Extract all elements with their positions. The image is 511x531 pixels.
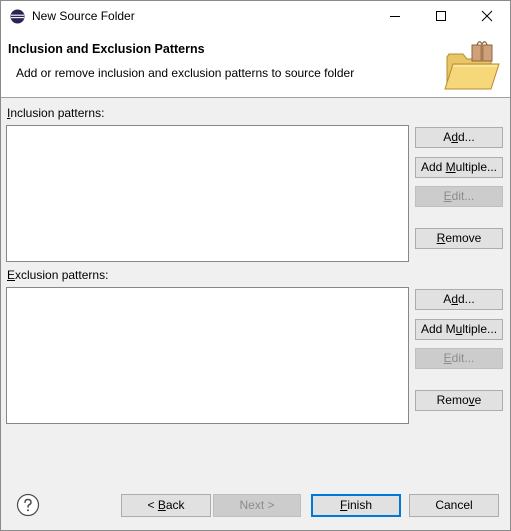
exclusion-remove-button[interactable]: Remove	[415, 390, 503, 411]
maximize-button[interactable]	[418, 1, 464, 31]
exclusion-patterns-label: Exclusion patterns:	[7, 268, 109, 282]
close-button[interactable]	[464, 1, 510, 31]
exclusion-add-button[interactable]: Add...	[415, 289, 503, 310]
title-bar: New Source Folder	[1, 1, 510, 31]
eclipse-icon	[10, 9, 25, 24]
page-title: Inclusion and Exclusion Patterns	[8, 42, 205, 56]
back-button[interactable]: < Back	[121, 494, 211, 517]
folder-package-icon	[444, 41, 500, 90]
window-title: New Source Folder	[32, 9, 135, 23]
maximize-icon	[436, 11, 446, 21]
exclusion-edit-button[interactable]: Edit...	[415, 348, 503, 369]
exclusion-add-multiple-button[interactable]: Add Multiple...	[415, 319, 503, 340]
minimize-icon	[390, 16, 400, 17]
minimize-button[interactable]	[372, 1, 418, 31]
finish-button[interactable]: Finish	[311, 494, 401, 517]
inclusion-remove-button[interactable]: Remove	[415, 228, 503, 249]
inclusion-add-multiple-button[interactable]: Add Multiple...	[415, 157, 503, 178]
cancel-button[interactable]: Cancel	[409, 494, 499, 517]
exclusion-patterns-list[interactable]	[6, 287, 409, 424]
inclusion-edit-button[interactable]: Edit...	[415, 186, 503, 207]
dialog-window: New Source Folder Inclusion and Exclusio…	[0, 0, 511, 531]
page-description: Add or remove inclusion and exclusion pa…	[16, 66, 355, 80]
close-icon	[481, 10, 493, 22]
inclusion-patterns-list[interactable]	[6, 125, 409, 262]
inclusion-add-button[interactable]: Add...	[415, 127, 503, 148]
inclusion-patterns-label: Inclusion patterns:	[7, 106, 105, 120]
next-button[interactable]: Next >	[213, 494, 301, 517]
wizard-header: Inclusion and Exclusion Patterns Add or …	[1, 31, 510, 98]
help-icon[interactable]	[16, 493, 40, 517]
